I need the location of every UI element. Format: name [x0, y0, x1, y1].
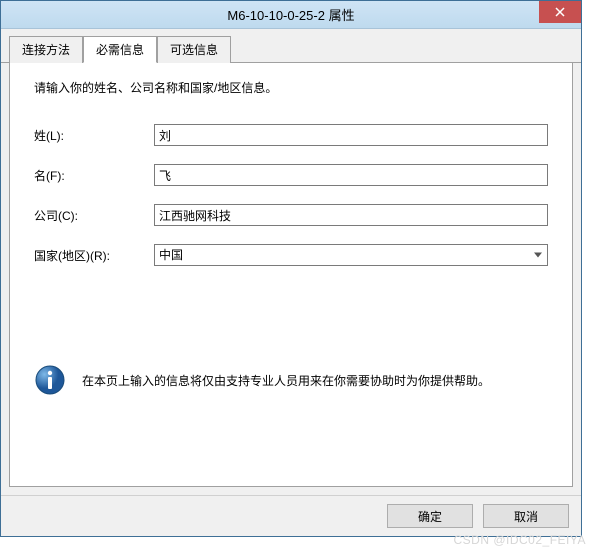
info-icon [34, 364, 66, 396]
country-select[interactable]: 中国 [154, 244, 548, 266]
last-name-label: 姓(L): [34, 127, 154, 144]
info-text: 在本页上输入的信息将仅由支持专业人员用来在你需要协助时为你提供帮助。 [82, 372, 490, 389]
tab-connection-method[interactable]: 连接方法 [9, 36, 83, 63]
cancel-button[interactable]: 取消 [483, 504, 569, 528]
ok-button[interactable]: 确定 [387, 504, 473, 528]
row-country: 国家(地区)(R): 中国 [34, 244, 548, 266]
info-row: 在本页上输入的信息将仅由支持专业人员用来在你需要协助时为你提供帮助。 [34, 364, 548, 396]
country-label: 国家(地区)(R): [34, 247, 154, 264]
first-name-input[interactable] [154, 164, 548, 186]
tabbar: 连接方法 必需信息 可选信息 [1, 29, 581, 63]
last-name-input[interactable] [154, 124, 548, 146]
instruction-text: 请输入你的姓名、公司名称和国家/地区信息。 [34, 79, 548, 96]
row-last-name: 姓(L): [34, 124, 548, 146]
button-row: 确定 取消 [1, 495, 581, 536]
tab-content: 请输入你的姓名、公司名称和国家/地区信息。 姓(L): 名(F): 公司(C):… [9, 63, 573, 487]
company-input[interactable] [154, 204, 548, 226]
properties-dialog: M6-10-10-0-25-2 属性 连接方法 必需信息 可选信息 请输入你的姓… [0, 0, 582, 537]
window-title: M6-10-10-0-25-2 属性 [227, 5, 354, 24]
close-button[interactable] [539, 1, 581, 23]
titlebar: M6-10-10-0-25-2 属性 [1, 1, 581, 29]
country-select-wrap: 中国 [154, 244, 548, 266]
tab-required-info[interactable]: 必需信息 [83, 36, 157, 63]
tab-optional-info[interactable]: 可选信息 [157, 36, 231, 63]
close-icon [555, 7, 565, 17]
row-company: 公司(C): [34, 204, 548, 226]
company-label: 公司(C): [34, 207, 154, 224]
row-first-name: 名(F): [34, 164, 548, 186]
first-name-label: 名(F): [34, 167, 154, 184]
